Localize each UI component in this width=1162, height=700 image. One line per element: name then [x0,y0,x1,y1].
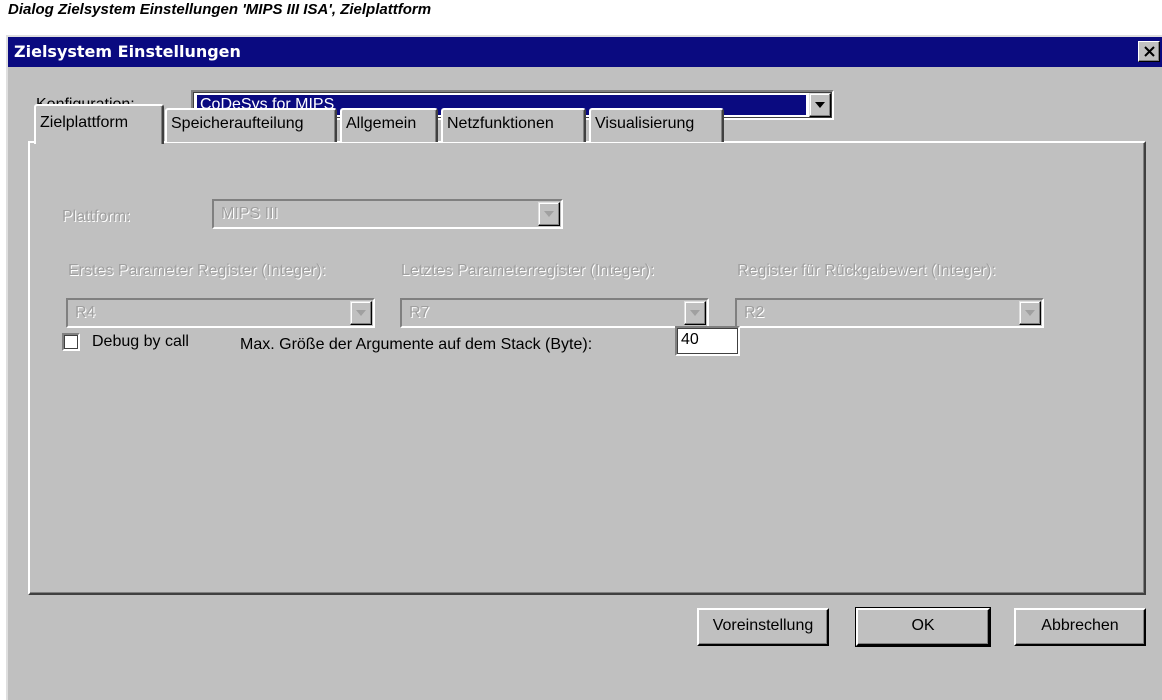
tab-visualisierung-label: Visualisierung [595,115,695,132]
first-param-dropdown-button [350,301,372,325]
close-icon [1144,46,1155,57]
return-register-value: R2 [744,304,765,321]
tab-netzfunktionen-label: Netzfunktionen [447,115,554,132]
first-param-register-label: Erstes Parameter Register (Integer): [68,262,326,279]
return-register-select: R2 [735,298,1044,328]
tab-allgemein-label: Allgemein [346,115,417,132]
first-param-register-select: R4 [66,298,375,328]
chevron-down-icon [1025,310,1035,316]
tab-panel-zielplattform [28,141,1146,595]
last-param-register-label: Letztes Parameterregister (Integer): [401,262,655,279]
debug-by-call-checkbox[interactable] [62,333,80,351]
chevron-down-icon [356,310,366,316]
tab-zielplattform-label: Zielplattform [40,114,129,131]
tab-speicheraufteilung-label: Speicheraufteilung [171,115,304,132]
stack-size-input[interactable]: 40 [675,326,740,356]
last-param-dropdown-button [684,301,706,325]
configuration-dropdown-button[interactable] [809,93,831,117]
tab-speicheraufteilung[interactable]: Speicheraufteilung [165,108,337,142]
first-param-register-value: R4 [75,304,96,321]
platform-select: MIPS III [212,199,563,229]
platform-value: MIPS III [221,205,278,222]
debug-by-call-label[interactable]: Debug by call [92,333,189,351]
tab-zielplattform[interactable]: Zielplattform [34,104,164,144]
cancel-button[interactable]: Abbrechen [1014,608,1146,646]
chevron-down-icon [690,310,700,316]
last-param-register-select: R7 [400,298,709,328]
ok-button[interactable]: OK [855,607,991,647]
dialog-title: Zielsystem Einstellungen [14,42,241,61]
return-register-label: Register für Rückgabewert (Integer): [737,262,996,279]
tab-allgemein[interactable]: Allgemein [340,108,438,142]
stack-size-label: Max. Größe der Argumente auf dem Stack (… [240,336,593,353]
defaults-button[interactable]: Voreinstellung [697,608,829,646]
figure-caption: Dialog Zielsystem Einstellungen 'MIPS II… [8,1,432,18]
title-bar[interactable]: Zielsystem Einstellungen [8,37,1162,67]
chevron-down-icon [544,211,554,217]
platform-label: Plattform: [62,208,131,225]
last-param-register-value: R7 [409,304,430,321]
platform-dropdown-button [538,202,560,226]
return-dropdown-button [1019,301,1041,325]
chevron-down-icon [815,102,825,108]
tab-visualisierung[interactable]: Visualisierung [589,108,724,142]
tab-netzfunktionen[interactable]: Netzfunktionen [441,108,586,142]
close-button[interactable] [1138,41,1160,62]
